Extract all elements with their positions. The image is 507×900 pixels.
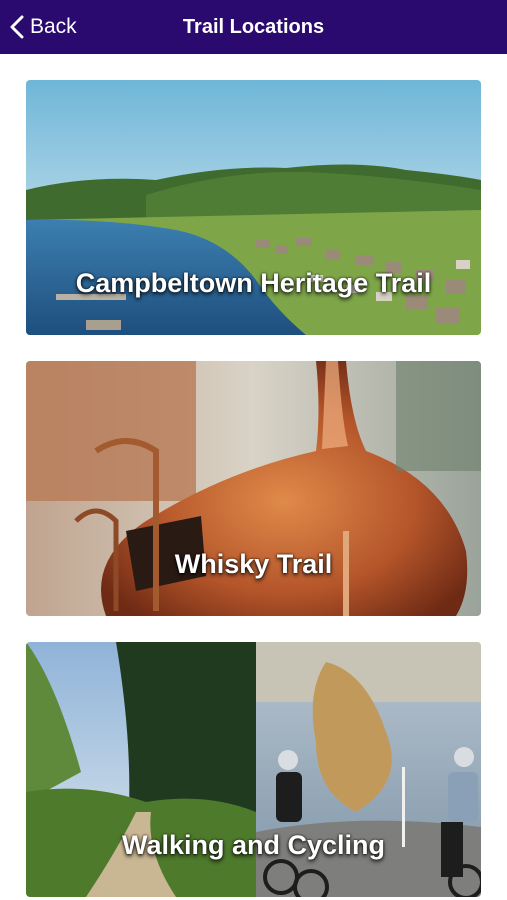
back-button[interactable]: Back [10, 0, 77, 54]
trail-card-label: Whisky Trail [174, 549, 333, 579]
back-label: Back [30, 15, 77, 38]
trail-card-campbeltown[interactable]: Campbeltown Heritage Trail [26, 80, 481, 335]
trail-card-walking-cycling[interactable]: Walking and Cycling [26, 642, 481, 897]
nav-bar: Back Trail Locations [0, 0, 507, 54]
trail-card-whisky[interactable]: Whisky Trail [26, 361, 481, 616]
trail-card-label: Campbeltown Heritage Trail [75, 268, 432, 298]
chevron-left-icon [10, 15, 24, 39]
trail-card-label: Walking and Cycling [121, 830, 386, 860]
